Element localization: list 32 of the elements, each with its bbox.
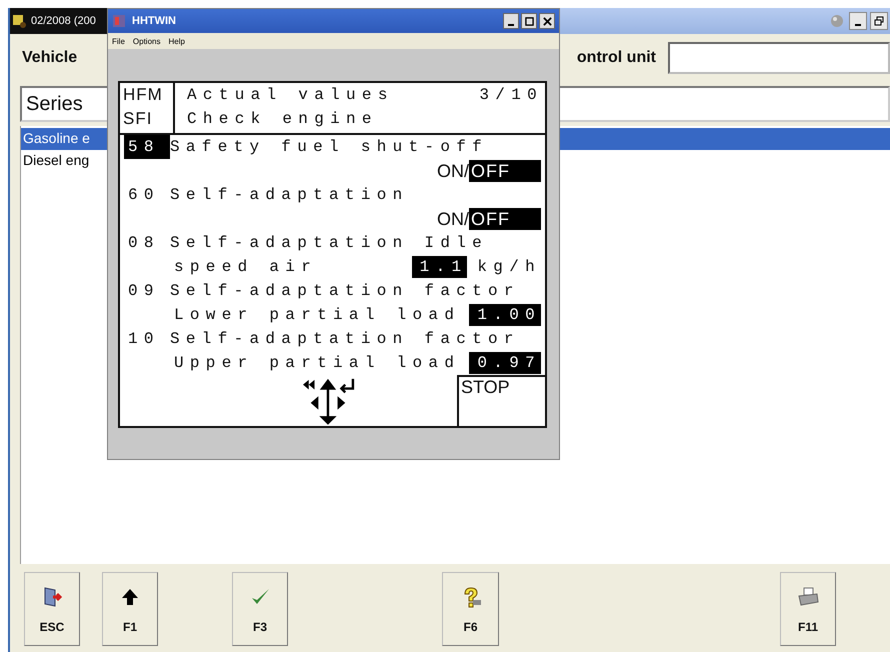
window-title: 02/2008 (200 — [31, 15, 96, 27]
value-reading: 1.1 — [412, 256, 468, 278]
value-number: 09 — [127, 281, 161, 302]
separator-text: / — [464, 160, 469, 182]
value-description: Lower partial load — [174, 305, 460, 326]
page-counter: 3/10 — [479, 85, 543, 106]
vehicle-label: Vehicle — [22, 49, 78, 67]
switch-option: ON — [436, 160, 464, 182]
value-number: 60 — [127, 185, 161, 206]
value-label: Self-adaptation factor — [170, 281, 520, 302]
value-label: Self-adaptation Idle — [170, 233, 488, 254]
separator-text: / — [464, 208, 469, 230]
unit-label: kg/h — [477, 257, 541, 278]
switch-option: OFF — [469, 160, 541, 182]
value-number: 08 — [127, 233, 161, 254]
value-label: Self-adaptation — [170, 185, 409, 206]
switch-option: ON — [436, 208, 464, 230]
switch-option: OFF — [469, 208, 541, 230]
module-label: HFM — [123, 84, 164, 106]
window-title: HHTWIN — [132, 15, 176, 27]
display-subtitle: Check engine — [187, 109, 379, 130]
value-description: Upper partial load — [174, 353, 460, 374]
value-label: Safety fuel shut-off — [170, 137, 488, 158]
value-reading: 1.00 — [469, 304, 541, 326]
value-reading: 0.97 — [469, 352, 541, 374]
module-label: SFI — [123, 108, 154, 130]
value-description: speed air — [174, 257, 318, 278]
value-label: Self-adaptation factor — [170, 329, 520, 350]
value-number: 10 — [127, 329, 161, 350]
control-unit-label: ontrol unit — [576, 49, 656, 67]
value-number: 58 — [124, 135, 170, 159]
display-title: Actual values — [187, 85, 394, 106]
